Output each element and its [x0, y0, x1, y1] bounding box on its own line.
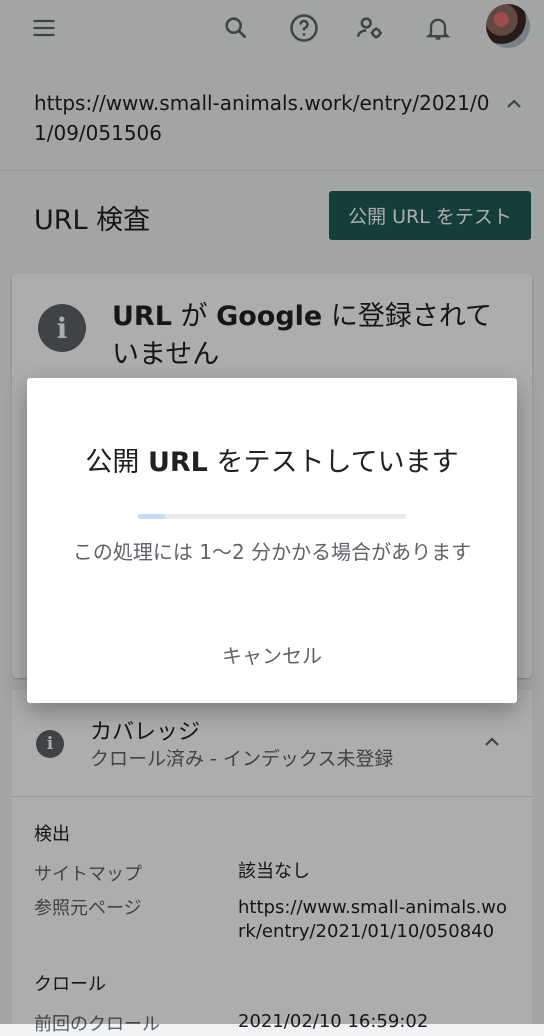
progress-bar — [138, 514, 406, 519]
url-inspection-page: https://www.small-animals.work/entry/202… — [0, 0, 544, 1035]
testing-dialog: 公開 URL をテストしています この処理には 1〜2 分かかる場合があります … — [27, 378, 517, 703]
progress-fill — [138, 514, 165, 519]
cancel-button[interactable]: キャンセル — [192, 636, 352, 676]
dialog-title: 公開 URL をテストしています — [85, 447, 459, 478]
dialog-message: この処理には 1〜2 分かかる場合があります — [72, 540, 472, 564]
